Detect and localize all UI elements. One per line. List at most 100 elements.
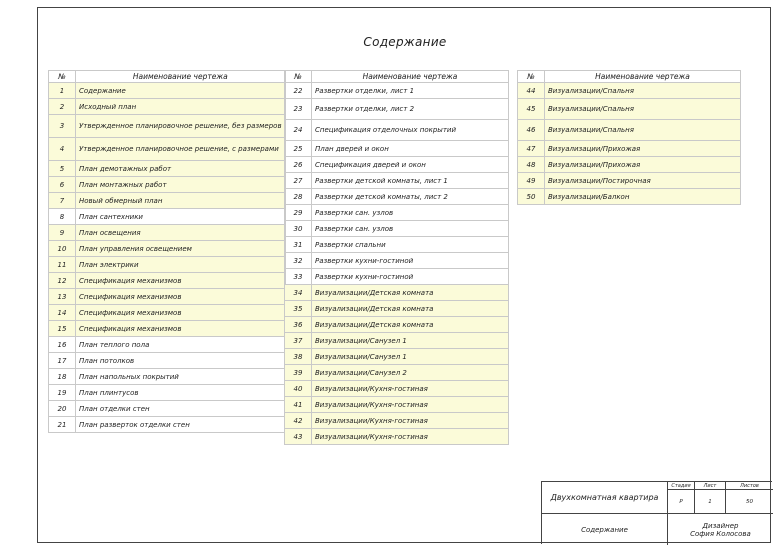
table-row: 12 Спецификация механизмов	[48, 272, 286, 289]
drawing-name-cell: Развертки спальни	[311, 236, 509, 253]
table-row: 44 Визуализации/Спальня	[517, 82, 741, 99]
table-row: 16 План теплого пола	[48, 336, 286, 353]
stage-value: Р	[668, 490, 695, 514]
drawing-name-cell: План освещения	[75, 224, 286, 241]
sheet-number-cell: 32	[284, 252, 312, 269]
drawing-name-cell: Визуализации/Спальня	[544, 119, 741, 141]
drawing-name-cell: План разверток отделки стен	[75, 416, 286, 433]
toc-table-2: № Наименование чертежа 22 Развертки отдел…	[284, 70, 509, 445]
drawing-name-cell: Визуализации/Детская комната	[311, 284, 509, 301]
sheet-name: Содержание	[542, 514, 668, 545]
sheet-number-cell: 40	[284, 380, 312, 397]
table-row: 27 Развертки детской комнаты, лист 1	[284, 172, 509, 189]
table-row: 40 Визуализации/Кухня-гостиная	[284, 380, 509, 397]
sheet-number-cell: 11	[48, 256, 76, 273]
drawing-name-cell: Визуализации/Постирочная	[544, 172, 741, 189]
drawing-name-cell: План демотажных работ	[75, 160, 286, 177]
table-row: 13 Спецификация механизмов	[48, 288, 286, 305]
sheet-number-cell: 30	[284, 220, 312, 237]
stage-label: Стадия	[668, 482, 695, 490]
table-row: 45 Визуализации/Спальня	[517, 98, 741, 120]
table-row: 20 План отделки стен	[48, 400, 286, 417]
sheet-number-cell: 22	[284, 82, 312, 99]
sheet-number-cell: 24	[284, 119, 312, 141]
sheet-number-cell: 33	[284, 268, 312, 285]
sheets-label: Листов	[726, 482, 773, 490]
table-row: 39 Визуализации/Санузел 2	[284, 364, 509, 381]
table-row: 46 Визуализации/Спальня	[517, 119, 741, 141]
drawing-name-cell: Визуализации/Санузел 1	[311, 348, 509, 365]
sheet-number-cell: 14	[48, 304, 76, 321]
table-row: 49 Визуализации/Постирочная	[517, 172, 741, 189]
sheet-number-cell: 20	[48, 400, 76, 417]
sheet-number-cell: 47	[517, 140, 545, 157]
sheet-number-cell: 49	[517, 172, 545, 189]
sheet-number-cell: 28	[284, 188, 312, 205]
drawing-name-cell: Развертки отделки, лист 2	[311, 98, 509, 120]
sheet-number-cell: 46	[517, 119, 545, 141]
table-row: 11 План электрики	[48, 256, 286, 273]
title-block: Двухкомнатная квартира Стадия Лист Листо…	[541, 481, 773, 545]
sheet-number-cell: 1	[48, 82, 76, 99]
drawing-name-cell: Развертки отделки, лист 1	[311, 82, 509, 99]
table-row: 26 Спецификация дверей и окон	[284, 156, 509, 173]
table-row: 19 План плинтусов	[48, 384, 286, 401]
drawing-name-cell: Визуализации/Балкон	[544, 188, 741, 205]
table-row: 36 Визуализации/Детская комната	[284, 316, 509, 333]
drawing-name-cell: Развертки кухни-гостиной	[311, 268, 509, 285]
table-row: 22 Развертки отделки, лист 1	[284, 82, 509, 99]
table-row: 3 Утвержденное планировочное решение, без…	[48, 114, 286, 138]
drawing-name-cell: Визуализации/Спальня	[544, 82, 741, 99]
sheet-number-cell: 4	[48, 137, 76, 161]
drawing-name-cell: Визуализации/Прихожая	[544, 156, 741, 173]
sheet-number-cell: 25	[284, 140, 312, 157]
sheet-number-cell: 39	[284, 364, 312, 381]
drawing-name-cell: План управления освещением	[75, 240, 286, 257]
sheet-number-cell: 31	[284, 236, 312, 253]
sheet-number-cell: 34	[284, 284, 312, 301]
table-row: 48 Визуализации/Прихожая	[517, 156, 741, 173]
sheet-number-cell: 17	[48, 352, 76, 369]
sheet-number-cell: 42	[284, 412, 312, 429]
drawing-name-cell: Спецификация механизмов	[75, 288, 286, 305]
sheet-number-cell: 29	[284, 204, 312, 221]
sheet-number: 1	[695, 490, 726, 514]
header-num: №	[284, 70, 312, 83]
drawing-name-cell: План плинтусов	[75, 384, 286, 401]
drawing-name-cell: Визуализации/Кухня-гостиная	[311, 428, 509, 445]
sheet-number-cell: 12	[48, 272, 76, 289]
table-row: 7 Новый обмерный план	[48, 192, 286, 209]
project-name: Двухкомнатная квартира	[542, 482, 668, 514]
sheet-number-cell: 45	[517, 98, 545, 120]
drawing-name-cell: Развертки детской комнаты, лист 2	[311, 188, 509, 205]
sheet-number-cell: 21	[48, 416, 76, 433]
drawing-name-cell: План отделки стен	[75, 400, 286, 417]
table-row: 38 Визуализации/Санузел 1	[284, 348, 509, 365]
table-row: 29 Развертки сан. узлов	[284, 204, 509, 221]
sheet-number-cell: 50	[517, 188, 545, 205]
sheet-number-cell: 3	[48, 114, 76, 138]
drawing-name-cell: План дверей и окон	[311, 140, 509, 157]
header-num: №	[48, 70, 76, 83]
table-row: 31 Развертки спальни	[284, 236, 509, 253]
header-num: №	[517, 70, 545, 83]
drawing-name-cell: Развертки детской комнаты, лист 1	[311, 172, 509, 189]
drawing-name-cell: Развертки сан. узлов	[311, 204, 509, 221]
drawing-name-cell: Визуализации/Кухня-гостиная	[311, 396, 509, 413]
sheet-number-cell: 18	[48, 368, 76, 385]
drawing-name-cell: Спецификация механизмов	[75, 272, 286, 289]
table-row: 41 Визуализации/Кухня-гостиная	[284, 396, 509, 413]
table-row: 28 Развертки детской комнаты, лист 2	[284, 188, 509, 205]
sheet-number-cell: 27	[284, 172, 312, 189]
sheet-label: Лист	[695, 482, 726, 490]
table-row: 6 План монтажных работ	[48, 176, 286, 193]
drawing-name-cell: Визуализации/Прихожая	[544, 140, 741, 157]
drawing-name-cell: Спецификация отделочных покрытий	[311, 119, 509, 141]
author-block: Дизайнер София Колосова	[668, 514, 773, 545]
sheet-number-cell: 41	[284, 396, 312, 413]
header-name: Наименование чертежа	[311, 70, 509, 83]
page-title: Содержание	[363, 35, 447, 49]
table-row: 1 Содержание	[48, 82, 286, 99]
sheet-number-cell: 8	[48, 208, 76, 225]
table-row: 33 Развертки кухни-гостиной	[284, 268, 509, 285]
